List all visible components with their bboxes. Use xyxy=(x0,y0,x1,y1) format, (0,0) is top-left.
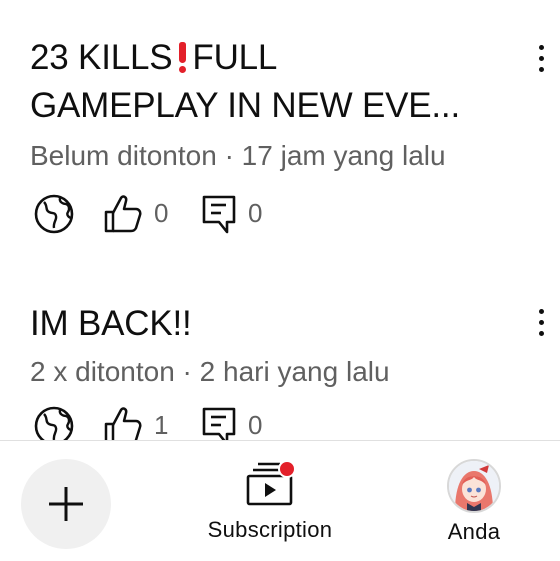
plus-icon xyxy=(49,487,83,521)
globe-icon xyxy=(34,194,74,234)
comment-count: 0 xyxy=(248,410,263,440)
like-count: 0 xyxy=(154,198,169,228)
subscriptions-icon xyxy=(246,460,296,506)
video-title-text: 23 KILLS xyxy=(30,38,173,77)
video-title-line-2: GAMEPLAY IN NEW EVE... xyxy=(30,86,460,125)
nav-subscription-label: Subscription xyxy=(207,517,333,542)
video-stats: 0 0 xyxy=(30,192,330,236)
video-title[interactable]: IM BACK!! xyxy=(30,300,510,348)
nav-you[interactable]: Anda xyxy=(434,459,514,545)
comment-icon[interactable] xyxy=(200,192,240,236)
bottom-navigation: Subscription Anda xyxy=(0,440,560,561)
comment-icon[interactable] xyxy=(200,404,240,440)
nav-you-label: Anda xyxy=(447,519,501,544)
nav-subscription[interactable]: Subscription xyxy=(195,459,345,543)
like-icon[interactable] xyxy=(102,192,144,236)
like-count: 1 xyxy=(154,410,169,440)
anime-avatar-icon xyxy=(449,461,499,511)
more-options-icon[interactable] xyxy=(528,302,554,342)
comment-count: 0 xyxy=(248,198,263,228)
video-title[interactable]: 23 KILLS FULL GAMEPLAY IN NEW EVE... xyxy=(30,34,510,130)
video-stats: 1 0 xyxy=(30,404,330,440)
video-meta: 2 x ditonton · 2 hari yang lalu xyxy=(30,356,390,387)
video-list: 23 KILLS FULL GAMEPLAY IN NEW EVE... Belu… xyxy=(0,0,560,440)
exclamation-emoji-icon xyxy=(176,42,188,73)
more-options-icon[interactable] xyxy=(528,38,554,78)
video-title-line-1: IM BACK!! xyxy=(30,304,192,343)
like-icon[interactable] xyxy=(102,404,144,440)
video-title-text: FULL xyxy=(192,38,278,77)
create-button[interactable] xyxy=(21,459,111,549)
globe-icon xyxy=(34,406,74,440)
video-title-line-1: 23 KILLS FULL xyxy=(30,34,510,82)
video-meta: Belum ditonton · 17 jam yang lalu xyxy=(30,140,446,171)
avatar xyxy=(447,459,501,513)
